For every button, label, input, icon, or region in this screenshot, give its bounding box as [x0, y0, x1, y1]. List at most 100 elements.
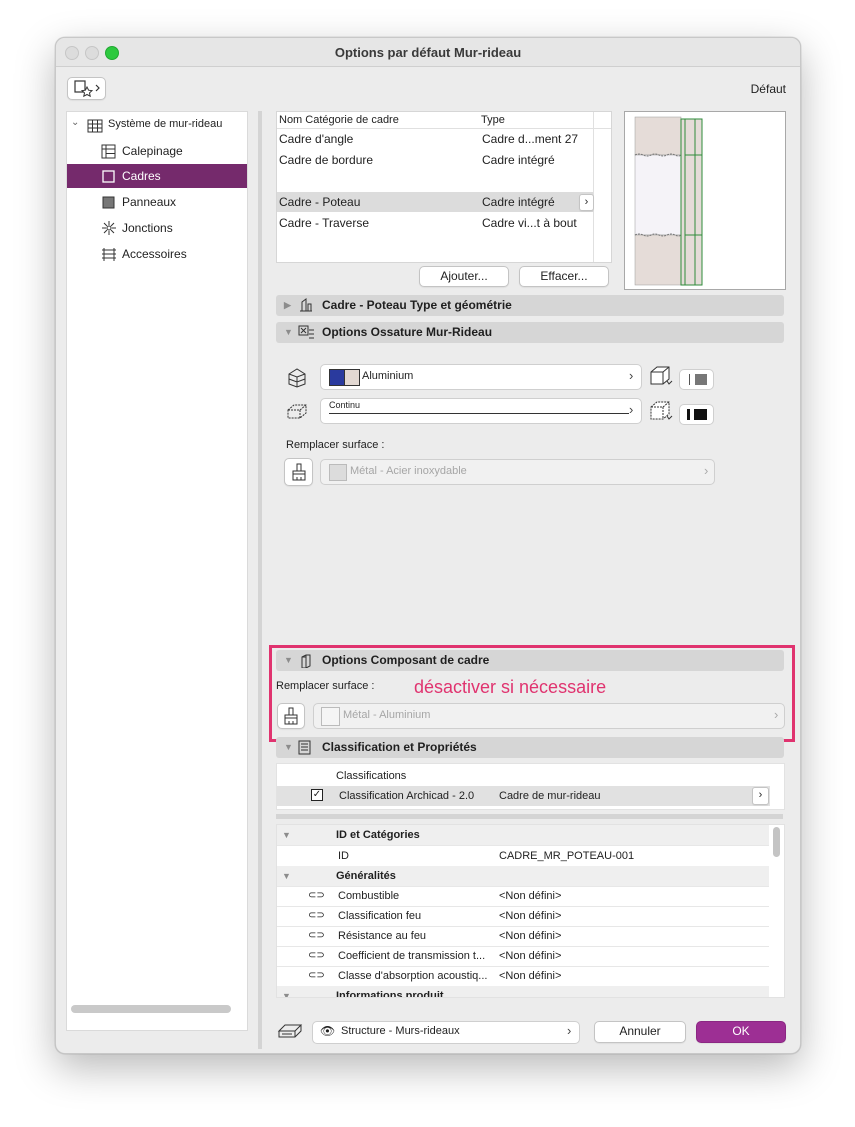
annotation-text: désactiver si nécessaire [414, 677, 607, 697]
sidebar-item-cadres[interactable]: Cadres [67, 164, 247, 188]
table-row-selected[interactable]: Cadre - Poteau Cadre intégré › [277, 192, 594, 212]
curtain-wall-preview-image [634, 116, 703, 286]
dialog-window: Options par défaut Mur-rideau Défaut ⌄ S… [55, 37, 801, 1054]
property-value: <Non défini> [499, 930, 562, 942]
frame-component-icon [301, 654, 311, 668]
table-row[interactable]: ID CADRE_MR_POTEAU-001 [277, 846, 769, 867]
sidebar-root-label[interactable]: Système de mur-rideau [108, 118, 222, 130]
property-label: Classification feu [338, 910, 422, 922]
chevron-right-icon: › [704, 463, 709, 478]
property-value: <Non défini> [499, 970, 562, 982]
link-icon: ⊂⊃ [308, 930, 325, 941]
eye-icon: 👁 [320, 1024, 336, 1038]
classification-checkbox[interactable]: ✓ [311, 789, 323, 801]
classification-system: Classification Archicad - 2.0 [339, 790, 475, 802]
layer-select[interactable]: 👁 Structure - Murs-rideaux › [312, 1021, 580, 1044]
column-header-type[interactable]: Type [481, 112, 505, 128]
cut-fill-icon[interactable] [649, 365, 675, 389]
sidebar-item-label: Calepinage [122, 144, 183, 158]
surface-label: Métal - Aluminium [343, 709, 431, 721]
section-ossature[interactable]: ▼ Options Ossature Mur-Rideau [276, 322, 784, 343]
sidebar-item-jonctions[interactable]: Jonctions [67, 216, 247, 240]
table-row[interactable]: ⊂⊃ Classe d'absorption acoustiq... <Non … [277, 966, 769, 987]
surface-pen-button[interactable] [679, 404, 714, 425]
paint-brush-icon [284, 707, 298, 725]
sidebar-horizontal-scrollbar[interactable] [71, 1005, 231, 1013]
section-title: Options Ossature Mur-Rideau [322, 325, 493, 339]
chevron-down-icon[interactable]: ⌄ [71, 117, 83, 128]
line-type-label: Continu [329, 400, 361, 410]
table-row[interactable]: ⊂⊃ Coefficient de transmission t... <Non… [277, 946, 769, 967]
row-detail-button[interactable]: › [579, 194, 594, 211]
sidebar-item-calepinage[interactable]: Calepinage [67, 139, 247, 163]
cut-fill-pen-button[interactable] [679, 369, 714, 390]
surface-swatch [321, 707, 340, 726]
properties-scrollbar[interactable] [773, 827, 780, 857]
property-value: <Non défini> [499, 910, 562, 922]
disclosure-down-icon: ▼ [284, 327, 293, 337]
section-title: Cadre - Poteau Type et géométrie [322, 298, 512, 312]
favorites-button[interactable] [67, 77, 106, 100]
properties-group-row[interactable]: ▼ ID et Catégories [277, 825, 769, 846]
properties-group-row[interactable]: ▼ Généralités [277, 866, 769, 887]
row-name: Cadre de bordure [279, 153, 374, 167]
table-row[interactable]: ⊂⊃ Résistance au feu <Non défini> [277, 926, 769, 947]
component-surface-select[interactable]: Métal - Aluminium › [313, 703, 785, 729]
disclosure-down-icon: ▼ [284, 742, 293, 752]
settings-sidebar: ⌄ Système de mur-rideau Calepinage Cadre… [66, 111, 248, 1031]
section-classification[interactable]: ▼ Classification et Propriétés [276, 737, 784, 758]
classification-detail-button[interactable]: › [752, 787, 769, 805]
surface-select[interactable]: Métal - Acier inoxydable › [320, 459, 715, 485]
table-splitter[interactable] [276, 814, 783, 819]
sidebar-item-panneaux[interactable]: Panneaux [67, 190, 247, 214]
line-type-select[interactable]: Continu › [320, 398, 642, 424]
column-geometry-icon [300, 298, 312, 312]
column-header-name[interactable]: Nom Catégorie de cadre [279, 112, 399, 128]
property-value: CADRE_MR_POTEAU-001 [499, 850, 635, 862]
group-label: ID et Catégories [336, 829, 420, 841]
classification-row[interactable]: ✓ Classification Archicad - 2.0 Cadre de… [277, 786, 770, 806]
classification-header: Classifications [336, 770, 407, 782]
component-override-toggle[interactable] [277, 703, 305, 729]
cancel-button[interactable]: Annuler [594, 1021, 686, 1043]
table-row[interactable]: ⊂⊃ Classification feu <Non défini> [277, 906, 769, 927]
section-component[interactable]: ▼ Options Composant de cadre [276, 650, 784, 671]
row-name: Cadre - Traverse [279, 216, 370, 230]
pane-divider[interactable] [258, 111, 262, 1049]
surface-swatch [329, 464, 347, 481]
link-icon: ⊂⊃ [308, 910, 325, 921]
delete-button[interactable]: Effacer... [519, 266, 609, 287]
ok-button[interactable]: OK [696, 1021, 786, 1043]
classification-value: Cadre de mur-rideau [499, 790, 601, 802]
property-label: Coefficient de transmission t... [338, 950, 486, 962]
table-row[interactable]: Cadre d'angle Cadre d...ment 27 [277, 129, 593, 149]
table-row[interactable]: Cadre - Traverse Cadre vi...t à bout [277, 213, 593, 233]
surface-fill-icon[interactable] [649, 400, 675, 424]
classification-table: Classifications ✓ Classification Archica… [276, 763, 785, 810]
disclosure-down-icon: ▼ [282, 871, 291, 881]
material-select[interactable]: Aluminium › [320, 364, 642, 390]
panel-icon [102, 196, 115, 209]
override-surface-toggle[interactable] [284, 458, 313, 486]
material-surface-swatch [344, 369, 360, 386]
frame-category-table: Nom Catégorie de cadre Type Cadre d'angl… [276, 111, 612, 263]
window-title: Options par défaut Mur-rideau [334, 45, 522, 60]
properties-group-row[interactable]: ▼ Informations produit [277, 986, 769, 997]
disclosure-down-icon: ▼ [282, 830, 291, 840]
curtain-wall-icon [87, 119, 103, 133]
table-row[interactable]: Cadre de bordure Cadre intégré [277, 150, 593, 170]
row-name: Cadre d'angle [279, 132, 354, 146]
section-type-geometry[interactable]: ▶ Cadre - Poteau Type et géométrie [276, 295, 784, 316]
table-row[interactable]: ⊂⊃ Combustible <Non défini> [277, 886, 769, 907]
link-icon: ⊂⊃ [308, 970, 325, 981]
surface-label: Métal - Acier inoxydable [350, 465, 467, 477]
frame-icon [102, 170, 115, 183]
favorites-icon [73, 80, 100, 98]
chevron-right-icon: › [567, 1023, 572, 1038]
add-button[interactable]: Ajouter... [419, 266, 509, 287]
layer-label: Structure - Murs-rideaux [341, 1025, 460, 1037]
document-list-icon [298, 740, 311, 755]
disclosure-down-icon: ▼ [284, 655, 293, 665]
sidebar-item-accessoires[interactable]: Accessoires [67, 242, 247, 266]
title-bar: Options par défaut Mur-rideau [56, 38, 800, 67]
